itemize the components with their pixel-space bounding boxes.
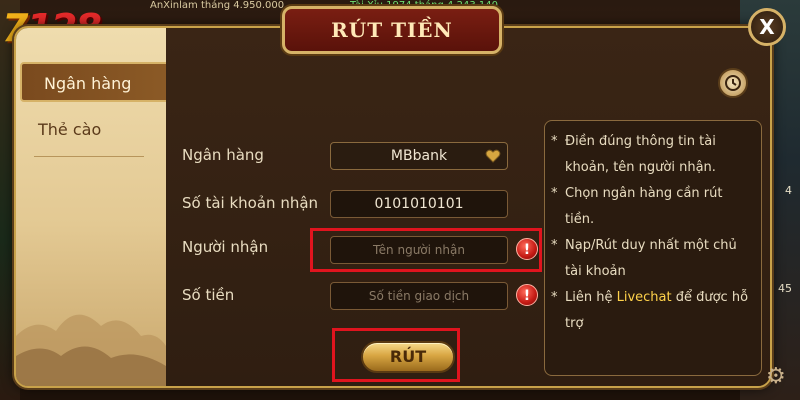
content-area: Ngân hàng MBbank Số tài khoản nhận 01010… bbox=[166, 28, 770, 386]
sidebar: Ngân hàng Thẻ cào bbox=[16, 28, 168, 386]
bullet: * bbox=[551, 290, 558, 305]
instruction-item: * Nạp/Rút duy nhất một chủ tài khoản bbox=[551, 233, 753, 285]
tab-card-label: Thẻ cào bbox=[38, 120, 102, 139]
instruction-text: Chọn ngân hàng cần rút tiền. bbox=[565, 186, 723, 227]
instruction-item: * Chọn ngân hàng cần rút tiền. bbox=[551, 181, 753, 233]
history-clock-icon bbox=[725, 75, 741, 91]
account-label: Số tài khoản nhận bbox=[182, 194, 319, 212]
tab-bank-label: Ngân hàng bbox=[44, 74, 132, 93]
close-icon: X bbox=[759, 15, 775, 39]
heart-dropdown-icon bbox=[485, 149, 501, 163]
bank-label: Ngân hàng bbox=[182, 146, 264, 164]
instructions-box: * Điền đúng thông tin tài khoản, tên ngư… bbox=[544, 120, 762, 376]
side-number: 4 bbox=[785, 184, 792, 197]
instruction-text-before: Liên hệ bbox=[565, 290, 617, 305]
receiver-highlight-box bbox=[310, 228, 542, 272]
account-number-field[interactable]: 0101010101 bbox=[330, 190, 508, 218]
amount-label: Số tiền bbox=[182, 286, 235, 304]
account-number-value: 0101010101 bbox=[374, 196, 464, 212]
tab-card[interactable]: Thẻ cào bbox=[16, 110, 166, 150]
mountain-decoration bbox=[16, 314, 166, 386]
livechat-link[interactable]: Livechat bbox=[617, 290, 672, 305]
tab-divider bbox=[34, 156, 144, 157]
withdraw-dialog: Ngân hàng Thẻ cào Ngân hàng MBbank Số tà… bbox=[14, 26, 772, 388]
bank-select[interactable]: MBbank bbox=[330, 142, 508, 170]
instruction-text: Nạp/Rút duy nhất một chủ tài khoản bbox=[565, 238, 737, 279]
receiver-label: Người nhận bbox=[182, 238, 269, 256]
dialog-title: RÚT TIỀN bbox=[282, 6, 502, 54]
instruction-item: * Điền đúng thông tin tài khoản, tên ngư… bbox=[551, 129, 753, 181]
ticker-left: AnXinlam tháng 4.950.000 bbox=[150, 0, 285, 11]
amount-input[interactable] bbox=[331, 283, 507, 309]
instruction-item: * Liên hệ Livechat để được hỗ trợ bbox=[551, 285, 753, 337]
gear-icon[interactable]: ⚙ bbox=[766, 364, 792, 390]
warning-icon: ! bbox=[516, 284, 538, 306]
withdraw-submit-button[interactable]: RÚT bbox=[361, 341, 455, 373]
history-button[interactable] bbox=[718, 68, 748, 98]
side-number: 45 bbox=[778, 282, 792, 295]
amount-field[interactable] bbox=[330, 282, 508, 310]
close-button[interactable]: X bbox=[748, 8, 786, 46]
bullet: * bbox=[551, 186, 558, 201]
bullet: * bbox=[551, 134, 558, 149]
instruction-text: Điền đúng thông tin tài khoản, tên người… bbox=[565, 134, 716, 175]
tab-bank[interactable]: Ngân hàng bbox=[20, 62, 168, 102]
bank-value: MBbank bbox=[390, 148, 448, 164]
bullet: * bbox=[551, 238, 558, 253]
